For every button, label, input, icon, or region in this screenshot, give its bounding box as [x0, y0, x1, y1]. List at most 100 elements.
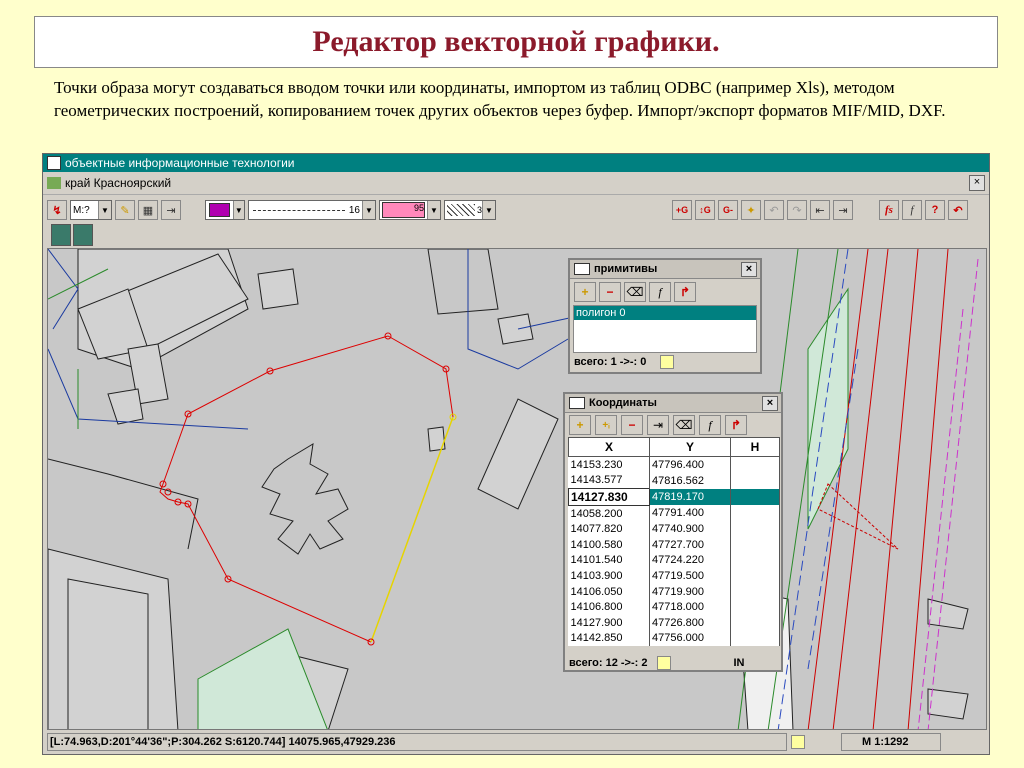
- table-row[interactable]: 14106.050 47719.900: [568, 583, 780, 600]
- cell-y[interactable]: 47740.900: [649, 521, 731, 537]
- cell-y[interactable]: 47756.000: [649, 630, 731, 647]
- cell-x[interactable]: 14143.577: [568, 472, 650, 489]
- cell-y[interactable]: 47718.000: [649, 599, 731, 615]
- cell-y[interactable]: 47816.562: [649, 472, 731, 489]
- table-row[interactable]: 14058.200 47791.400: [568, 505, 780, 522]
- line-style-value: 16: [348, 204, 360, 216]
- table-row[interactable]: 14100.580 47727.700: [568, 536, 780, 553]
- primitives-close-button[interactable]: ×: [741, 262, 757, 277]
- cell-x[interactable]: 14106.050: [568, 583, 650, 600]
- cell-x[interactable]: 14101.540: [568, 552, 650, 569]
- edit-point-button[interactable]: ↕G: [695, 200, 715, 220]
- help-button[interactable]: ?: [925, 200, 945, 220]
- cell-y[interactable]: 47719.500: [649, 568, 731, 584]
- import-icon[interactable]: ⇥: [161, 200, 181, 220]
- table-row[interactable]: 14153.230 47796.400: [568, 456, 780, 473]
- insert-icon[interactable]: +ᵢ: [595, 415, 617, 435]
- line-style-combo[interactable]: 16 ▼: [248, 200, 376, 220]
- fill-combo[interactable]: 95 ▼: [379, 200, 441, 220]
- cell-h[interactable]: [730, 552, 780, 569]
- function-button[interactable]: f: [902, 200, 922, 220]
- panel-icon: [569, 397, 585, 409]
- grid-icon[interactable]: ▦: [138, 200, 158, 220]
- import-icon[interactable]: ⇥: [833, 200, 853, 220]
- cell-x[interactable]: 14058.200: [568, 505, 650, 522]
- list-item[interactable]: полигон 0: [574, 306, 756, 320]
- primitives-titlebar[interactable]: примитивы ×: [570, 260, 760, 279]
- return-icon[interactable]: ↱: [725, 415, 747, 435]
- table-row[interactable]: 14077.820 47740.900: [568, 521, 780, 537]
- coordinates-panel: Координаты × + +ᵢ − ⇥ ⌫ f ↱ X Y H 14153.…: [563, 392, 783, 672]
- table-row[interactable]: 14103.900 47719.500: [568, 568, 780, 584]
- cell-h[interactable]: [730, 599, 780, 615]
- cell-h[interactable]: [730, 505, 780, 522]
- cell-x[interactable]: 14103.900: [568, 568, 650, 584]
- color-combo[interactable]: ▼: [205, 200, 245, 220]
- cell-y[interactable]: 47726.800: [649, 614, 731, 631]
- layer-icon[interactable]: [51, 224, 71, 246]
- cell-x[interactable]: 14100.580: [568, 536, 650, 553]
- table-row[interactable]: 14101.540 47724.220: [568, 552, 780, 569]
- pencil-icon[interactable]: ✎: [115, 200, 135, 220]
- cell-h[interactable]: [730, 630, 780, 647]
- export-icon[interactable]: ⇤: [810, 200, 830, 220]
- table-row[interactable]: 14143.577 47816.562: [568, 472, 780, 489]
- brush-icon[interactable]: ✦: [741, 200, 761, 220]
- cell-y[interactable]: 47819.170: [649, 488, 731, 506]
- fs-button[interactable]: fs: [879, 200, 899, 220]
- column-header-y[interactable]: Y: [649, 437, 731, 457]
- tree-icon[interactable]: [73, 224, 93, 246]
- column-header-x[interactable]: X: [568, 437, 650, 457]
- cell-x[interactable]: 14106.800: [568, 599, 650, 615]
- cell-y[interactable]: 47727.700: [649, 536, 731, 553]
- table-row[interactable]: 14142.850 47756.000: [568, 630, 780, 647]
- cell-x[interactable]: 14127.900: [568, 614, 650, 631]
- import-icon[interactable]: ⇥: [647, 415, 669, 435]
- primitives-count: всего: 1 ->-: 0: [574, 356, 647, 368]
- cell-y[interactable]: 47719.900: [649, 583, 731, 600]
- undo-icon[interactable]: ↶: [764, 200, 784, 220]
- delete-icon[interactable]: −: [621, 415, 643, 435]
- table-row-selected[interactable]: 14127.830 47819.170: [568, 488, 780, 506]
- cell-h[interactable]: [730, 521, 780, 537]
- eraser-icon[interactable]: ⌫: [673, 415, 695, 435]
- function-icon[interactable]: f: [699, 415, 721, 435]
- app-window: объектные информационные технологии край…: [42, 153, 990, 755]
- add-icon[interactable]: +: [574, 282, 596, 302]
- delete-point-button[interactable]: G-: [718, 200, 738, 220]
- map-canvas[interactable]: [47, 248, 987, 730]
- cell-h[interactable]: [730, 472, 780, 489]
- hatch-combo[interactable]: 3 ▼: [444, 200, 496, 220]
- function-icon[interactable]: f: [649, 282, 671, 302]
- style-combo[interactable]: M:? ▼: [70, 200, 112, 220]
- chevron-down-icon: ▼: [427, 201, 440, 219]
- add-point-button[interactable]: +G: [672, 200, 692, 220]
- cell-x-editing[interactable]: 14127.830: [568, 488, 650, 506]
- cell-h[interactable]: [730, 536, 780, 553]
- redo-icon[interactable]: ↷: [787, 200, 807, 220]
- table-row[interactable]: 14106.800 47718.000: [568, 599, 780, 615]
- hatch-pattern: [447, 204, 475, 216]
- cell-h[interactable]: [730, 568, 780, 584]
- return-icon[interactable]: ↱: [674, 282, 696, 302]
- table-row[interactable]: 14127.900 47726.800: [568, 614, 780, 631]
- cell-h[interactable]: [730, 583, 780, 600]
- document-close-button[interactable]: ×: [969, 175, 985, 191]
- cell-h[interactable]: [730, 614, 780, 631]
- cell-h[interactable]: [730, 488, 780, 506]
- eraser-icon[interactable]: ⌫: [624, 282, 646, 302]
- cell-x[interactable]: 14142.850: [568, 630, 650, 647]
- delete-icon[interactable]: −: [599, 282, 621, 302]
- cell-y[interactable]: 47724.220: [649, 552, 731, 569]
- coordinates-titlebar[interactable]: Координаты ×: [565, 394, 781, 413]
- cell-y[interactable]: 47796.400: [649, 456, 731, 473]
- cell-x[interactable]: 14077.820: [568, 521, 650, 537]
- add-icon[interactable]: +: [569, 415, 591, 435]
- column-header-h[interactable]: H: [730, 437, 780, 457]
- cell-x[interactable]: 14153.230: [568, 456, 650, 473]
- pointer-icon[interactable]: ↯: [47, 200, 67, 220]
- return-button[interactable]: ↶: [948, 200, 968, 220]
- cell-h[interactable]: [730, 456, 780, 473]
- coordinates-close-button[interactable]: ×: [762, 396, 778, 411]
- cell-y[interactable]: 47791.400: [649, 505, 731, 522]
